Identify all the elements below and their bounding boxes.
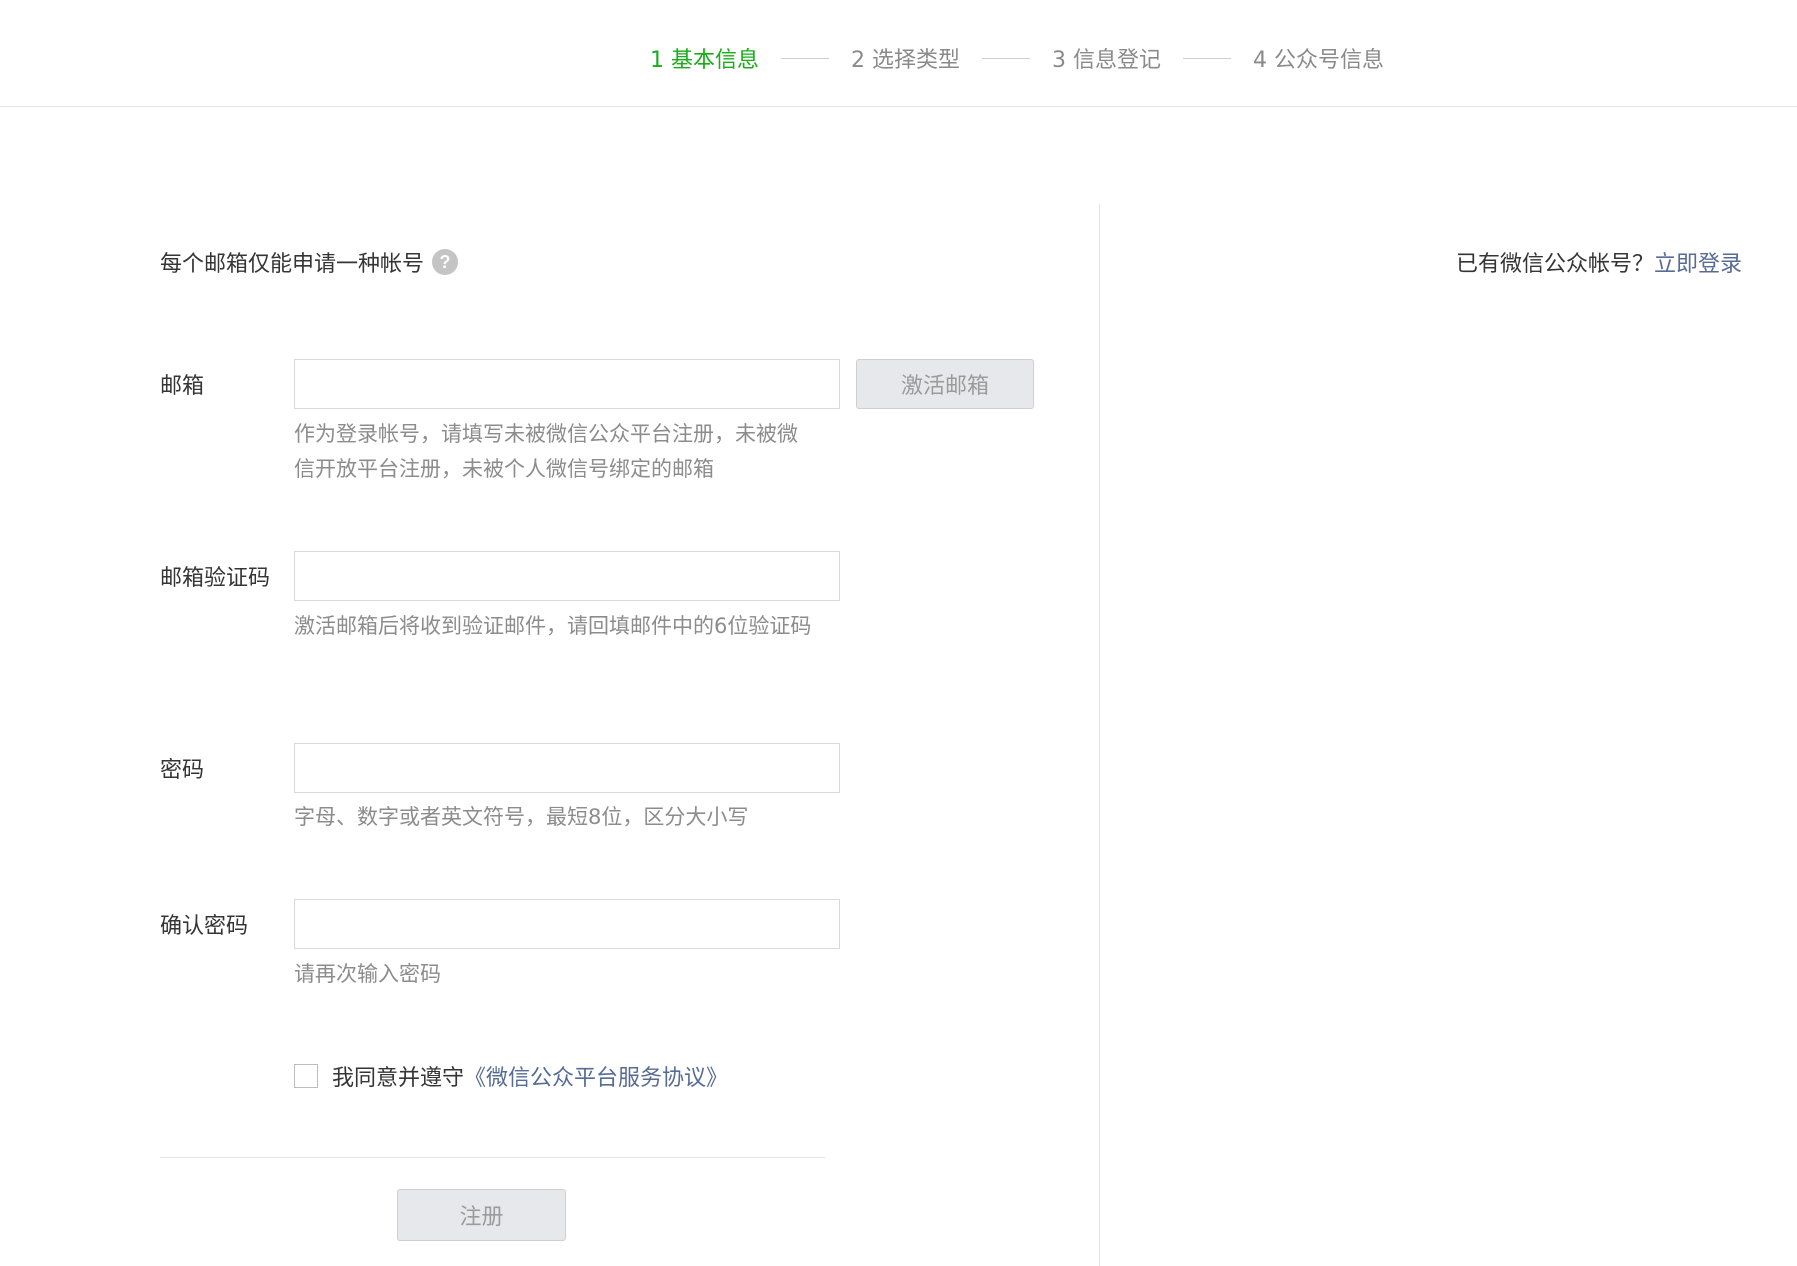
email-code-input[interactable] (294, 551, 840, 601)
agreement-text: 我同意并遵守 (332, 1066, 465, 1091)
email-code-hint: 激活邮箱后将收到验证邮件，请回填邮件中的6位验证码 (294, 614, 812, 638)
step-connector (1183, 57, 1231, 59)
step-1-basic-info: 1 基本信息 (650, 48, 759, 73)
email-notice-text: 每个邮箱仅能申请一种帐号 (160, 252, 425, 277)
password-label: 密码 (160, 758, 205, 783)
step-2-select-type: 2 选择类型 (851, 48, 960, 73)
confirm-password-hint: 请再次输入密码 (294, 962, 441, 986)
agreement-link[interactable]: 《微信公众平台服务协议》 (464, 1060, 728, 1092)
step-connector (982, 57, 1030, 59)
step-4-account-info: 4 公众号信息 (1253, 48, 1384, 73)
step-indicator-bar: 1 基本信息 2 选择类型 3 信息登记 4 公众号信息 (0, 0, 1797, 107)
email-label: 邮箱 (160, 374, 205, 399)
email-hint: 作为登录帐号，请填写未被微信公众平台注册，未被微信开放平台注册，未被个人微信号绑… (294, 422, 798, 481)
help-icon[interactable]: ? (432, 249, 459, 275)
column-divider (1099, 204, 1100, 1266)
form-divider (160, 1157, 825, 1158)
email-input[interactable] (294, 359, 840, 409)
login-hint: 已有微信公众帐号？立即登录 (1456, 246, 1742, 278)
step-3-info-registration: 3 信息登记 (1052, 48, 1161, 73)
password-hint: 字母、数字或者英文符号，最短8位，区分大小写 (294, 805, 749, 829)
email-code-label: 邮箱验证码 (160, 566, 271, 591)
email-notice: 每个邮箱仅能申请一种帐号 ? (160, 246, 459, 278)
register-button[interactable]: 注册 (397, 1189, 566, 1241)
confirm-password-label: 确认密码 (160, 914, 249, 939)
agreement-row: 我同意并遵守 《微信公众平台服务协议》 (294, 1060, 728, 1092)
agreement-checkbox[interactable] (294, 1064, 318, 1088)
step-connector (781, 57, 829, 59)
activate-email-button[interactable]: 激活邮箱 (856, 359, 1034, 409)
step-indicator: 1 基本信息 2 选择类型 3 信息登记 4 公众号信息 (650, 40, 1384, 76)
login-link[interactable]: 立即登录 (1654, 252, 1742, 277)
confirm-password-input[interactable] (294, 899, 840, 949)
login-prompt: 已有微信公众帐号？ (1455, 252, 1654, 277)
password-input[interactable] (294, 743, 840, 793)
